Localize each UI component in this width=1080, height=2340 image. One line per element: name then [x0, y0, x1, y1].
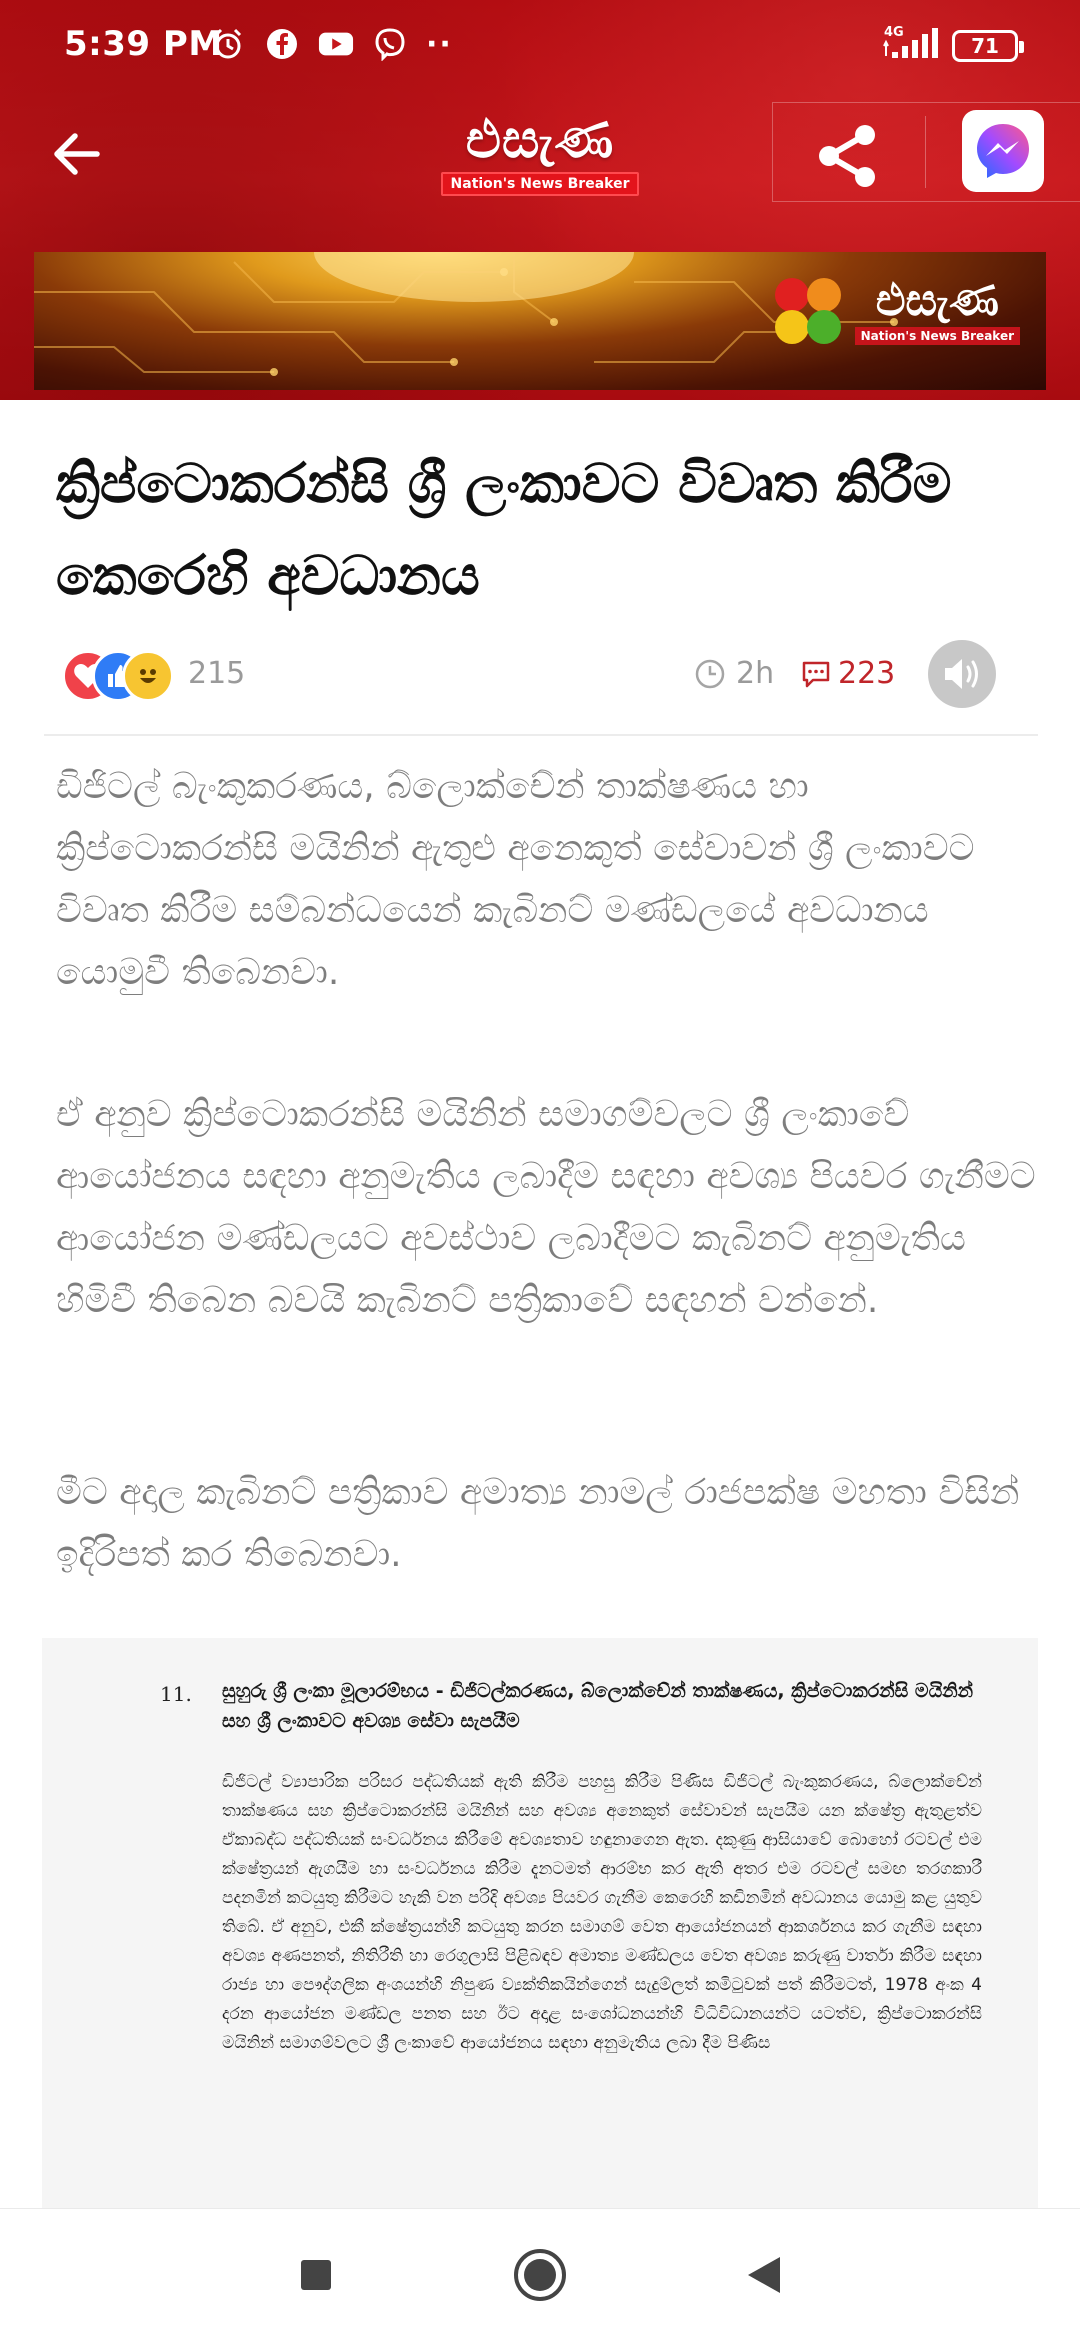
triangle-back-icon	[748, 2257, 780, 2293]
logo-dots-icon	[771, 274, 845, 348]
viber-icon	[372, 26, 408, 62]
article-title: ක්‍රිප්ටොකරන්සි ශ්‍රී ලංකාවට විවෘත කිරීම…	[56, 452, 952, 607]
alarm-icon	[210, 26, 246, 62]
logo-tagline: Nation's News Breaker	[440, 172, 640, 196]
app-header: 5:39 PM ·· 4G 71 එසැණ Nation's News Brea…	[0, 0, 1080, 400]
header-divider	[925, 116, 926, 188]
home-button[interactable]	[510, 2245, 570, 2305]
more-notifications-icon: ··	[426, 26, 453, 62]
reaction-count: 215	[188, 656, 246, 691]
listen-button[interactable]	[928, 640, 996, 708]
cabinet-document-image[interactable]: 11. සුහුරු ශ්‍රී ලංකා මූලාරම්භය - ඩිජිටල…	[42, 1638, 1038, 2210]
logo-text: එසැණ	[465, 110, 615, 170]
comments-link[interactable]: 223	[800, 656, 895, 691]
back-nav-button[interactable]	[734, 2245, 794, 2305]
comment-count: 223	[838, 656, 896, 691]
speaker-icon	[945, 659, 978, 689]
recents-button[interactable]	[286, 2245, 346, 2305]
comment-icon	[802, 661, 830, 687]
meta-divider	[44, 734, 1038, 736]
battery-level: 71	[971, 34, 999, 58]
arrow-left-icon	[54, 133, 100, 175]
share-button[interactable]	[808, 116, 888, 196]
article-paragraph: ඒ අනුව ක්‍රිප්ටොකරන්සි මයිනින් සමාගම්වලට…	[56, 1094, 1036, 1321]
status-time: 5:39 PM	[64, 24, 223, 64]
status-bar: 5:39 PM ·· 4G 71	[0, 0, 1080, 96]
circle-home-icon	[514, 2249, 566, 2301]
network-type: 4G	[884, 25, 904, 40]
messenger-button[interactable]	[962, 110, 1044, 192]
haha-reaction-icon	[122, 650, 174, 702]
network-indicator: 4G	[882, 26, 940, 60]
app-logo[interactable]: එසැණ Nation's News Breaker	[430, 110, 650, 196]
article-paragraph: මීට අදාල කැබිනට් පත්‍රිකාව අමාත්‍ය නාමල්…	[56, 1472, 1020, 1575]
time-ago-text: 2h	[736, 656, 775, 691]
facebook-icon	[264, 26, 300, 62]
header-banner: එසැණ Nation's News Breaker	[34, 252, 1046, 390]
article-paragraph: ඩිජිටල් බැංකුකරණය, බ්ලොක්චේන් තාක්ෂණය හා…	[56, 766, 975, 993]
banner-logo-text: එසැණ	[875, 275, 999, 326]
battery-indicator: 71	[952, 30, 1024, 62]
article-meta: 215 2h 223	[0, 634, 1080, 720]
clock-icon	[695, 659, 725, 688]
notification-icons: ··	[210, 26, 453, 62]
system-navigation-bar	[0, 2208, 1080, 2340]
document-body: ඩිජිටල් ව්‍යාපාරික පරිසර පද්ධතියක් ඇති ක…	[222, 1772, 982, 2053]
youtube-icon	[318, 26, 354, 62]
document-heading: සුහුරු ශ්‍රී ලංකා මූලාරම්භය - ඩිජිටල්කරණ…	[222, 1680, 974, 1732]
messenger-icon	[977, 124, 1029, 178]
banner-logo: එසැණ Nation's News Breaker	[771, 274, 1020, 348]
reaction-icons[interactable]	[62, 650, 178, 704]
banner-logo-tagline: Nation's News Breaker	[854, 327, 1020, 345]
publish-time: 2h	[694, 656, 774, 691]
square-icon	[301, 2260, 331, 2290]
document-item-number: 11.	[160, 1682, 192, 1706]
back-button[interactable]	[44, 122, 108, 186]
share-icon	[819, 125, 875, 187]
